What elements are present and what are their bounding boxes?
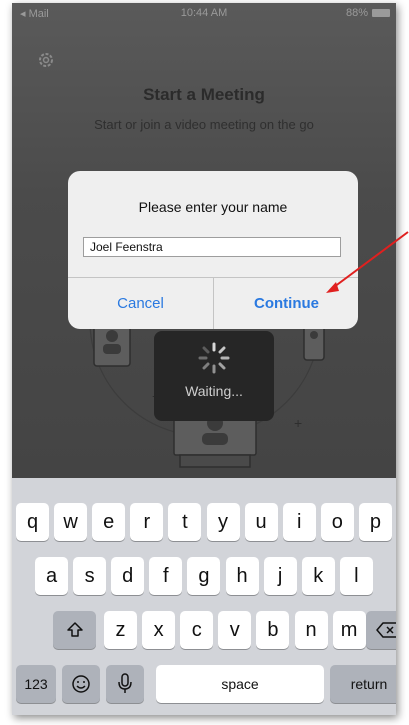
key-v[interactable]: v <box>218 611 252 649</box>
key-h[interactable]: h <box>225 557 259 595</box>
key-p[interactable]: p <box>358 503 392 541</box>
space-key[interactable]: space <box>156 665 324 703</box>
key-u[interactable]: u <box>244 503 278 541</box>
svg-text:+: + <box>294 415 302 431</box>
waiting-label: Waiting... <box>185 383 243 399</box>
numbers-key[interactable]: 123 <box>16 665 56 703</box>
cancel-button[interactable]: Cancel <box>68 278 213 329</box>
key-c[interactable]: c <box>180 611 214 649</box>
emoji-key[interactable] <box>62 665 100 703</box>
return-key[interactable]: return <box>330 665 396 703</box>
key-s[interactable]: s <box>73 557 107 595</box>
key-l[interactable]: l <box>339 557 373 595</box>
key-o[interactable]: o <box>320 503 354 541</box>
key-j[interactable]: j <box>263 557 297 595</box>
keyboard: qwertyuiop asdfghjkl zxcvbnm 123 space r… <box>12 478 396 715</box>
shift-icon <box>66 622 83 637</box>
key-g[interactable]: g <box>187 557 221 595</box>
key-e[interactable]: e <box>92 503 126 541</box>
key-n[interactable]: n <box>294 611 328 649</box>
key-r[interactable]: r <box>130 503 164 541</box>
dialog-prompt: Please enter your name <box>138 199 288 215</box>
spinner-icon <box>198 342 230 374</box>
phone-screen: ◂ Mail 10:44 AM 88% Start a Meeting Star… <box>12 3 396 715</box>
name-input[interactable]: Joel Feenstra <box>83 237 341 257</box>
shift-key[interactable] <box>53 611 96 649</box>
key-b[interactable]: b <box>256 611 290 649</box>
key-m[interactable]: m <box>332 611 366 649</box>
key-w[interactable]: w <box>54 503 88 541</box>
key-q[interactable]: q <box>16 503 49 541</box>
waiting-overlay: Waiting... <box>154 331 274 421</box>
key-z[interactable]: z <box>104 611 137 649</box>
backspace-icon <box>375 622 396 638</box>
key-x[interactable]: x <box>142 611 176 649</box>
key-y[interactable]: y <box>206 503 240 541</box>
microphone-icon <box>118 673 132 693</box>
key-d[interactable]: d <box>111 557 145 595</box>
key-k[interactable]: k <box>301 557 335 595</box>
key-t[interactable]: t <box>168 503 202 541</box>
name-dialog: Please enter your name Joel Feenstra Can… <box>68 171 358 329</box>
continue-button[interactable]: Continue <box>214 278 358 329</box>
key-a[interactable]: a <box>35 557 68 595</box>
dictation-key[interactable] <box>106 665 144 703</box>
backspace-key[interactable] <box>366 611 396 649</box>
emoji-icon <box>72 675 90 693</box>
key-i[interactable]: i <box>282 503 316 541</box>
key-f[interactable]: f <box>149 557 183 595</box>
